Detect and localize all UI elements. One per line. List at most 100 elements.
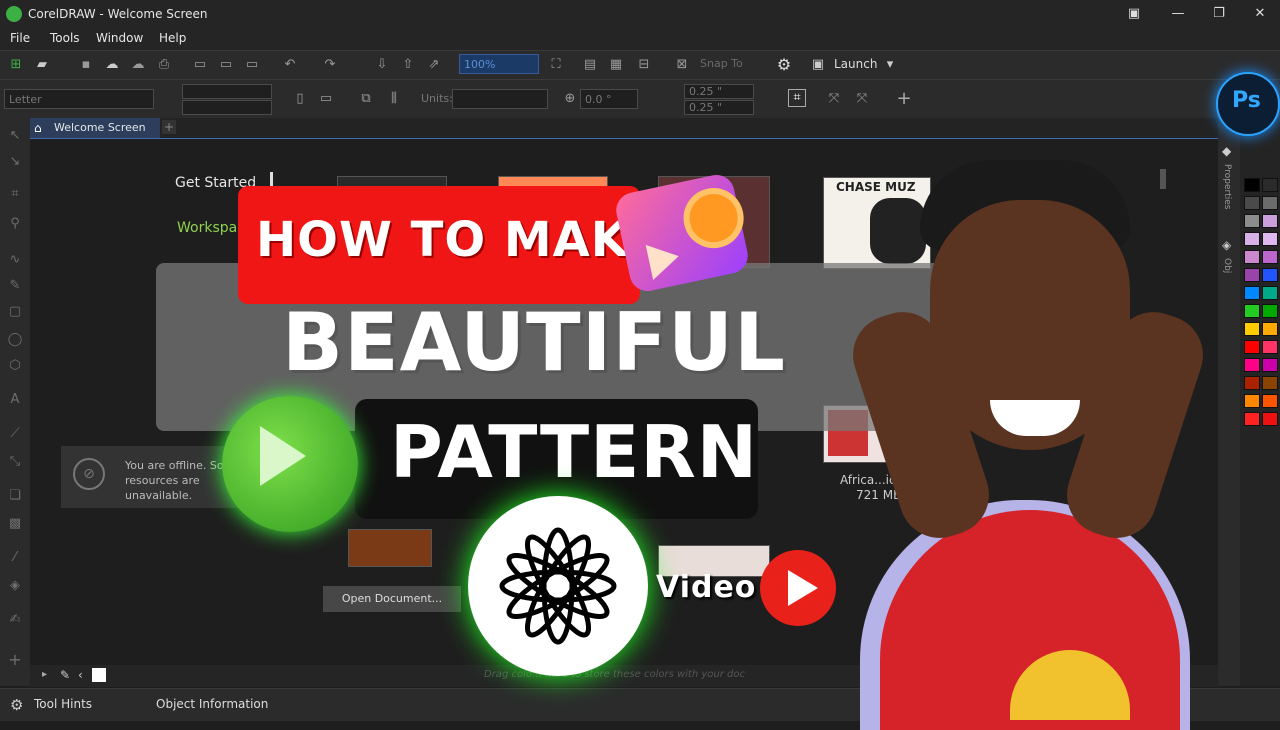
tab-welcome-screen[interactable]: ⌂ Welcome Screen: [30, 118, 160, 138]
units-select[interactable]: [452, 89, 548, 109]
current-page-icon[interactable]: ⫼: [386, 91, 402, 107]
freehand-tool-icon[interactable]: ∿: [7, 252, 23, 268]
eyedropper-tool-icon[interactable]: ⁄: [7, 550, 23, 566]
page-width-field[interactable]: [182, 84, 272, 99]
cut-icon[interactable]: ▭: [192, 57, 208, 73]
wireframe-icon[interactable]: ⤧: [826, 91, 842, 107]
palette-swatch[interactable]: [1244, 376, 1260, 390]
duplicate-y-field[interactable]: 0.25 ": [684, 100, 754, 115]
zoom-tool-icon[interactable]: ⚲: [7, 216, 23, 232]
duplicate-x-field[interactable]: 0.25 ": [684, 84, 754, 99]
palette-swatch[interactable]: [1262, 394, 1278, 408]
palette-swatch[interactable]: [1262, 268, 1278, 282]
fill-tool-icon[interactable]: ◈: [7, 578, 23, 594]
rulers-icon[interactable]: ▤: [582, 57, 598, 73]
palette-swatch[interactable]: [1262, 214, 1278, 228]
palette-swatch[interactable]: [1262, 340, 1278, 354]
launch-dropdown[interactable]: Launch: [834, 57, 877, 71]
open-document-button[interactable]: Open Document...: [323, 586, 461, 612]
gear-icon[interactable]: ⚙: [10, 696, 23, 714]
new-document-icon[interactable]: ⊞: [8, 57, 24, 73]
palette-swatch[interactable]: [1244, 232, 1260, 246]
crop-tool-icon[interactable]: ⌗: [7, 186, 23, 202]
palette-swatch[interactable]: [1244, 214, 1260, 228]
polygon-tool-icon[interactable]: ⬡: [7, 358, 23, 374]
palette-swatch[interactable]: [1262, 232, 1278, 246]
close-button[interactable]: ✕: [1250, 4, 1270, 24]
undo-icon[interactable]: ↶: [282, 57, 298, 73]
shape-tool-icon[interactable]: ↘: [7, 154, 23, 170]
palette-swatch[interactable]: [1262, 412, 1278, 426]
save-icon[interactable]: ▪: [78, 57, 94, 73]
palette-swatch[interactable]: [1262, 322, 1278, 336]
rectangle-tool-icon[interactable]: ▢: [7, 304, 23, 320]
palette-swatch[interactable]: [1244, 250, 1260, 264]
open-folder-icon[interactable]: ▰: [34, 57, 50, 73]
new-tab-button[interactable]: +: [162, 120, 176, 134]
grid-icon[interactable]: ▦: [608, 57, 624, 73]
palette-swatch[interactable]: [1262, 358, 1278, 372]
pick-tool-icon[interactable]: ↖: [7, 128, 23, 144]
publish-icon[interactable]: ⇗: [426, 57, 442, 73]
export-icon[interactable]: ⇧: [400, 57, 416, 73]
objects-icon[interactable]: ◈: [1222, 238, 1231, 252]
nudge-angle-field[interactable]: 0.0 °: [580, 89, 638, 109]
add-icon[interactable]: +: [896, 90, 912, 108]
page-height-field[interactable]: [182, 100, 272, 115]
palette-swatch[interactable]: [1244, 304, 1260, 318]
no-color-swatch[interactable]: [92, 668, 106, 682]
redo-icon[interactable]: ↷: [322, 57, 338, 73]
palette-swatch[interactable]: [1244, 322, 1260, 336]
palette-swatch[interactable]: [1244, 196, 1260, 210]
palette-swatch[interactable]: [1262, 286, 1278, 300]
ellipse-tool-icon[interactable]: ◯: [7, 332, 23, 348]
menu-file[interactable]: File: [10, 31, 30, 45]
docker-tab-properties[interactable]: Properties: [1222, 164, 1232, 209]
page-frame-icon[interactable]: ⌗: [788, 89, 806, 107]
palette-swatch[interactable]: [1244, 178, 1260, 192]
copy-icon[interactable]: ▭: [218, 57, 234, 73]
shadow-tool-icon[interactable]: ❏: [7, 488, 23, 504]
launch-icon[interactable]: ▣: [810, 57, 826, 73]
smart-fill-icon[interactable]: ✍: [7, 612, 23, 628]
palette-swatch[interactable]: [1262, 376, 1278, 390]
artistic-media-icon[interactable]: ✎: [7, 278, 23, 294]
account-icon[interactable]: ▣: [1124, 4, 1144, 24]
properties-icon[interactable]: ◆: [1222, 144, 1231, 158]
pixel-icon[interactable]: ⤧: [854, 91, 870, 107]
palette-swatch[interactable]: [1244, 394, 1260, 408]
docker-tab-objects[interactable]: Obj: [1222, 258, 1232, 273]
paste-icon[interactable]: ▭: [244, 57, 260, 73]
cloud-upload-icon[interactable]: ☁: [104, 57, 120, 73]
transparency-tool-icon[interactable]: ▩: [7, 516, 23, 532]
gear-icon[interactable]: ⚙: [776, 57, 792, 73]
landscape-icon[interactable]: ▭: [318, 91, 334, 107]
full-screen-icon[interactable]: ⛶: [548, 57, 564, 73]
chevron-left-icon[interactable]: ‹: [78, 668, 83, 682]
play-icon[interactable]: ▸: [42, 669, 47, 680]
palette-swatch[interactable]: [1262, 304, 1278, 318]
workspace-link[interactable]: Workspa: [177, 220, 237, 236]
palette-swatch[interactable]: [1244, 358, 1260, 372]
palette-swatch[interactable]: [1244, 340, 1260, 354]
palette-swatch[interactable]: [1262, 178, 1278, 192]
snap-icon[interactable]: ⊠: [674, 57, 690, 73]
menu-window[interactable]: Window: [96, 31, 143, 45]
import-icon[interactable]: ⇩: [374, 57, 390, 73]
maximize-button[interactable]: ❐: [1209, 4, 1229, 24]
minimize-button[interactable]: —: [1168, 4, 1188, 24]
print-icon[interactable]: ⎙: [156, 57, 172, 73]
guidelines-icon[interactable]: ⊟: [636, 57, 652, 73]
palette-swatch[interactable]: [1244, 268, 1260, 282]
palette-swatch[interactable]: [1262, 250, 1278, 264]
text-tool-icon[interactable]: A: [7, 392, 23, 408]
portrait-icon[interactable]: ▯: [292, 91, 308, 107]
palette-swatch[interactable]: [1262, 196, 1278, 210]
connector-tool-icon[interactable]: ⤡: [7, 454, 23, 470]
page-size-select[interactable]: Letter: [4, 89, 154, 109]
menu-help[interactable]: Help: [159, 31, 186, 45]
menu-tools[interactable]: Tools: [50, 31, 80, 45]
dimension-tool-icon[interactable]: ⟋: [7, 426, 23, 442]
chevron-down-icon[interactable]: ▾: [882, 57, 898, 73]
eyedropper-icon[interactable]: ✎: [60, 668, 70, 682]
